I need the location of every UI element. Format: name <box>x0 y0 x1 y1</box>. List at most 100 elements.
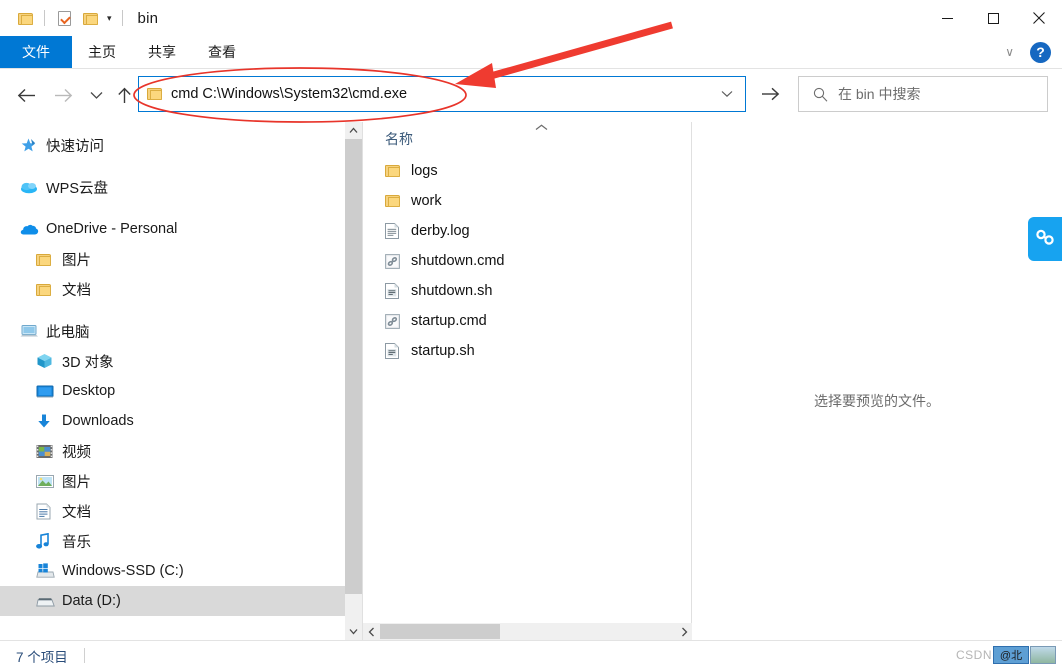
navigation-pane: 快速访问 WPS云盘 OneDrive - Personal 图片 文档 此电脑… <box>0 122 362 640</box>
quick-access-toolbar: ▾ bin <box>0 6 158 30</box>
up-button[interactable] <box>108 78 140 112</box>
sidebar-item-videos[interactable]: 视频 <box>0 436 362 466</box>
back-button[interactable] <box>10 78 42 112</box>
window-controls <box>924 0 1062 36</box>
sidebar-item-pictures[interactable]: 图片 <box>0 466 362 496</box>
help-button[interactable]: ? <box>1030 41 1051 63</box>
maximize-button[interactable] <box>970 0 1016 36</box>
minimize-button[interactable] <box>924 0 970 36</box>
scroll-right-icon[interactable] <box>676 623 693 640</box>
tab-share[interactable]: 共享 <box>132 36 192 68</box>
file-name: work <box>411 193 442 209</box>
sidebar-item-label: 文档 <box>62 282 91 299</box>
sidebar-item-desktop[interactable]: Desktop <box>0 376 362 406</box>
sidebar-scrollbar[interactable] <box>345 122 362 640</box>
file-name: derby.log <box>411 223 470 239</box>
item-count-label: 7 个项目 <box>16 649 68 665</box>
address-bar[interactable]: cmd C:\Windows\System32\cmd.exe <box>138 76 746 112</box>
search-placeholder: 在 bin 中搜索 <box>838 86 921 102</box>
sidebar-item-label: Downloads <box>62 413 134 429</box>
sidebar-item-onedrive[interactable]: OneDrive - Personal <box>0 214 362 244</box>
tab-file[interactable]: 文件 <box>0 36 72 68</box>
table-row[interactable]: shutdown.cmd <box>363 246 691 276</box>
sort-ascending-icon[interactable] <box>535 122 548 134</box>
sidebar-item-documents[interactable]: 文档 <box>0 496 362 526</box>
sh-file-icon <box>385 343 411 359</box>
search-box[interactable]: 在 bin 中搜索 <box>798 76 1048 112</box>
file-list-horizontal-scrollbar[interactable] <box>363 623 693 640</box>
sidebar-item-onedrive-pictures[interactable]: 图片 <box>0 244 362 274</box>
sidebar-scroll-thumb[interactable] <box>345 139 362 594</box>
file-name: startup.cmd <box>411 313 487 329</box>
sidebar-item-label: 快速访问 <box>46 138 104 155</box>
sidebar-item-label: Windows-SSD (C:) <box>62 563 184 579</box>
hscroll-thumb[interactable] <box>380 624 500 639</box>
3d-objects-icon <box>36 353 60 369</box>
wps-cloud-icon <box>20 180 44 194</box>
file-explorer-window: ▾ bin 文件 主页 共享 查看 ∨ ? cmd C:\Windows\Sys… <box>0 0 1062 670</box>
sidebar-item-data-d[interactable]: Data (D:) <box>0 586 362 616</box>
folder-icon <box>385 194 411 208</box>
sidebar-item-downloads[interactable]: Downloads <box>0 406 362 436</box>
pin-star-icon <box>20 137 44 154</box>
table-row[interactable]: logs <box>363 156 691 186</box>
scroll-left-icon[interactable] <box>363 623 380 640</box>
sidebar-item-label: 音乐 <box>62 534 91 551</box>
forward-button[interactable] <box>47 78 79 112</box>
downloads-icon <box>36 413 60 429</box>
scroll-down-icon[interactable] <box>345 623 362 640</box>
sidebar-item-label: Data (D:) <box>62 593 121 609</box>
table-row[interactable]: shutdown.sh <box>363 276 691 306</box>
tab-home[interactable]: 主页 <box>72 36 132 68</box>
sidebar-item-label: 视频 <box>62 444 91 461</box>
table-row[interactable]: startup.sh <box>363 336 691 366</box>
pictures-icon <box>36 474 60 489</box>
desktop-icon <box>36 384 60 399</box>
sidebar-item-music[interactable]: 音乐 <box>0 526 362 556</box>
preview-pane: 选择要预览的文件。 <box>692 122 1062 640</box>
close-button[interactable] <box>1016 0 1062 36</box>
address-folder-icon <box>147 87 163 101</box>
go-button[interactable] <box>752 76 788 112</box>
documents-icon <box>36 503 60 520</box>
new-folder-icon[interactable] <box>77 6 103 30</box>
music-icon <box>36 532 60 550</box>
preview-empty-message: 选择要预览的文件。 <box>814 393 940 409</box>
properties-icon[interactable] <box>51 6 77 30</box>
table-row[interactable]: work <box>363 186 691 216</box>
address-chevron-down-icon[interactable] <box>721 87 745 101</box>
sidebar-item-label: 文档 <box>62 504 91 521</box>
sidebar-item-quick-access[interactable]: 快速访问 <box>0 130 362 160</box>
ribbon-right-controls: ∨ ? <box>999 36 1056 68</box>
sidebar-item-label: 3D 对象 <box>62 354 114 371</box>
table-row[interactable]: startup.cmd <box>363 306 691 336</box>
sidebar-item-this-pc[interactable]: 此电脑 <box>0 316 362 346</box>
main-content: 快速访问 WPS云盘 OneDrive - Personal 图片 文档 此电脑… <box>0 122 1062 640</box>
column-header-name[interactable]: 名称 <box>363 122 691 156</box>
sidebar-item-3d-objects[interactable]: 3D 对象 <box>0 346 362 376</box>
table-row[interactable]: derby.log <box>363 216 691 246</box>
text-file-icon <box>385 223 411 239</box>
sidebar-item-label: OneDrive - Personal <box>46 221 178 237</box>
floating-widget-button[interactable] <box>1028 217 1062 261</box>
videos-icon <box>36 444 60 459</box>
file-list-pane: 名称 logs work derby.log shutdown.cmd shut… <box>362 122 693 640</box>
cmd-script-icon <box>385 253 411 269</box>
window-title: bin <box>137 9 159 27</box>
sidebar-item-onedrive-documents[interactable]: 文档 <box>0 274 362 304</box>
address-input[interactable]: cmd C:\Windows\System32\cmd.exe <box>171 86 721 102</box>
customize-caret-icon[interactable]: ▾ <box>103 13 116 23</box>
search-icon <box>813 87 828 102</box>
sidebar-item-wps-cloud[interactable]: WPS云盘 <box>0 172 362 202</box>
onedrive-cloud-icon <box>20 223 44 236</box>
folder-icon[interactable] <box>12 6 38 30</box>
ribbon-divider <box>0 68 1062 69</box>
scroll-up-icon[interactable] <box>345 122 362 139</box>
chevron-down-icon[interactable]: ∨ <box>999 45 1020 59</box>
folder-icon <box>385 164 411 178</box>
tab-view[interactable]: 查看 <box>192 36 252 68</box>
sidebar-item-windows-ssd-c[interactable]: Windows-SSD (C:) <box>0 556 362 586</box>
this-pc-icon <box>20 324 44 339</box>
